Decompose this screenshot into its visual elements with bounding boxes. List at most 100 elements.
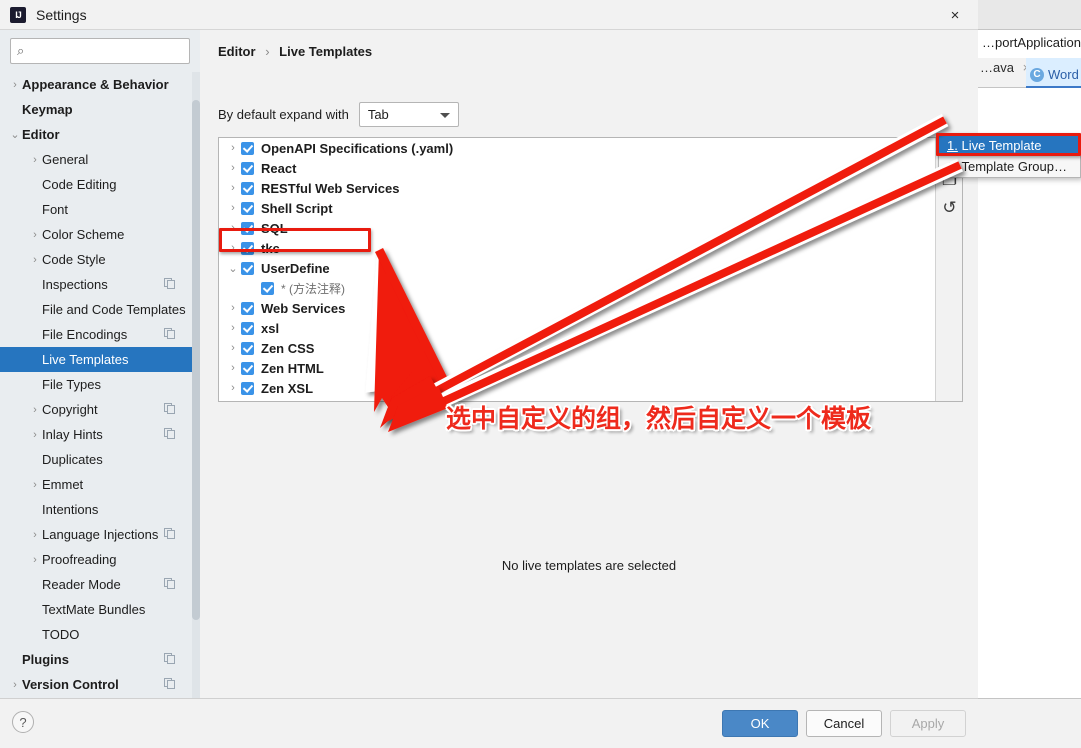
expand-with-label: By default expand with (218, 107, 349, 122)
settings-sync-icon (164, 278, 176, 290)
menu-item-live-template[interactable]: 1. Live Template (939, 135, 1080, 156)
class-icon: C (1030, 67, 1044, 82)
expand-with-dropdown[interactable]: Tab (358, 102, 459, 127)
sidebar-scrollbar-thumb[interactable] (192, 100, 200, 620)
template-checkbox[interactable] (241, 161, 254, 175)
template-group-row[interactable]: › RESTful Web Services (219, 178, 937, 198)
chevron-right-icon[interactable]: › (28, 554, 42, 566)
template-group-row[interactable]: * (方法注释) (219, 278, 937, 298)
template-group-row[interactable]: › Zen CSS (219, 338, 937, 358)
chevron-right-icon[interactable]: › (225, 162, 241, 174)
chevron-right-icon[interactable]: › (225, 222, 241, 234)
background-tab-active[interactable]: C Word (1026, 58, 1081, 88)
help-icon[interactable]: ? (12, 711, 34, 733)
sidebar-item-label: Reader Mode (42, 577, 121, 592)
template-group-row[interactable]: › Web Services (219, 298, 937, 318)
sidebar-item-intentions[interactable]: ›Intentions (0, 497, 192, 522)
chevron-right-icon[interactable]: › (225, 302, 241, 314)
sidebar-item-reader-mode[interactable]: ›Reader Mode (0, 572, 192, 597)
chevron-right-icon[interactable]: › (8, 79, 22, 91)
close-icon[interactable]: × (932, 0, 978, 30)
chevron-right-icon[interactable]: › (28, 404, 42, 416)
sidebar-item-proofreading[interactable]: › Proofreading (0, 547, 192, 572)
template-checkbox[interactable] (241, 301, 254, 315)
sidebar-item-textmate-bundles[interactable]: ›TextMate Bundles (0, 597, 192, 622)
template-checkbox[interactable] (241, 241, 254, 255)
chevron-right-icon[interactable]: › (225, 342, 241, 354)
chevron-right-icon[interactable]: › (28, 154, 42, 166)
revert-button[interactable]: ↺ (936, 194, 963, 222)
menu-item-number: 1. (947, 138, 958, 153)
template-checkbox[interactable] (241, 221, 254, 235)
sidebar-item-todo[interactable]: ›TODO (0, 622, 192, 647)
template-list-frame: › OpenAPI Specifications (.yaml) › React › RE… (218, 137, 963, 402)
breadcrumb-current: Live Templates (279, 44, 373, 59)
sidebar-item-plugins[interactable]: ›Plugins (0, 647, 192, 672)
chevron-right-icon[interactable]: › (225, 142, 241, 154)
cancel-button[interactable]: Cancel (806, 710, 882, 737)
template-group-row[interactable]: › Shell Script (219, 198, 937, 218)
template-checkbox[interactable] (241, 261, 254, 275)
template-group-row[interactable]: › OpenAPI Specifications (.yaml) (219, 138, 937, 158)
sidebar-item-code-style[interactable]: › Code Style (0, 247, 192, 272)
background-tab-inactive[interactable]: …ava × (980, 60, 1030, 75)
chevron-right-icon[interactable]: › (225, 382, 241, 394)
template-group-row[interactable]: › xsl (219, 318, 937, 338)
sidebar-item-file-and-code-templates[interactable]: ›File and Code Templates (0, 297, 192, 322)
breadcrumb-parent[interactable]: Editor (218, 44, 256, 59)
template-group-row[interactable]: › tkc (219, 238, 937, 258)
template-checkbox[interactable] (241, 141, 254, 155)
menu-item-template-group[interactable]: 2. Template Group… (939, 156, 1080, 177)
sidebar-item-emmet[interactable]: › Emmet (0, 472, 192, 497)
sidebar-item-inlay-hints[interactable]: › Inlay Hints (0, 422, 192, 447)
sidebar-item-keymap[interactable]: ›Keymap (0, 97, 192, 122)
template-checkbox[interactable] (241, 381, 254, 395)
template-group-row[interactable]: › SQL (219, 218, 937, 238)
sidebar-item-color-scheme[interactable]: › Color Scheme (0, 222, 192, 247)
chevron-right-icon[interactable]: › (28, 429, 42, 441)
sidebar-item-live-templates[interactable]: ›Live Templates (0, 347, 192, 372)
template-checkbox[interactable] (241, 321, 254, 335)
sidebar-item-editor[interactable]: ⌄ Editor (0, 122, 192, 147)
sidebar-item-language-injections[interactable]: › Language Injections (0, 522, 192, 547)
ok-button[interactable]: OK (722, 710, 798, 737)
sidebar-item-file-types[interactable]: ›File Types (0, 372, 192, 397)
chevron-right-icon[interactable]: › (225, 202, 241, 214)
sidebar-item-general[interactable]: › General (0, 147, 192, 172)
chevron-right-icon[interactable]: › (28, 479, 42, 491)
chevron-right-icon[interactable]: › (225, 182, 241, 194)
sidebar-item-inspections[interactable]: ›Inspections (0, 272, 192, 297)
template-group-row[interactable]: ⌄ UserDefine (219, 258, 937, 278)
sidebar-item-duplicates[interactable]: ›Duplicates (0, 447, 192, 472)
sidebar-item-version-control[interactable]: › Version Control (0, 672, 192, 697)
chevron-right-icon[interactable]: › (28, 254, 42, 266)
sidebar-item-label: Appearance & Behavior (22, 77, 169, 92)
template-checkbox[interactable] (241, 181, 254, 195)
settings-sync-icon (164, 403, 176, 415)
template-group-row[interactable]: › Zen HTML (219, 358, 937, 378)
template-checkbox[interactable] (241, 341, 254, 355)
sidebar-item-file-encodings[interactable]: ›File Encodings (0, 322, 192, 347)
template-group-row[interactable]: › React (219, 158, 937, 178)
template-checkbox[interactable] (241, 201, 254, 215)
sidebar-item-appearance-behavior[interactable]: › Appearance & Behavior (0, 72, 192, 97)
chevron-right-icon[interactable]: › (28, 229, 42, 241)
template-checkbox[interactable] (261, 281, 274, 295)
sidebar-item-label: Inlay Hints (42, 427, 103, 442)
chevron-down-icon[interactable]: ⌄ (225, 262, 241, 275)
sidebar-item-copyright[interactable]: › Copyright (0, 397, 192, 422)
sidebar-item-label: Duplicates (42, 452, 103, 467)
template-group-row[interactable]: › Zen XSL (219, 378, 937, 398)
chevron-right-icon[interactable]: › (8, 679, 22, 691)
template-checkbox[interactable] (241, 361, 254, 375)
sidebar-item-code-editing[interactable]: ›Code Editing (0, 172, 192, 197)
chevron-right-icon[interactable]: › (28, 529, 42, 541)
search-input[interactable] (35, 41, 183, 61)
chevron-right-icon[interactable]: › (225, 242, 241, 254)
chevron-right-icon[interactable]: › (225, 322, 241, 334)
search-box[interactable]: ⌕ (10, 38, 190, 64)
sidebar-scrollbar[interactable] (192, 72, 200, 698)
sidebar-item-font[interactable]: ›Font (0, 197, 192, 222)
chevron-down-icon[interactable]: ⌄ (8, 128, 22, 141)
chevron-right-icon[interactable]: › (225, 362, 241, 374)
